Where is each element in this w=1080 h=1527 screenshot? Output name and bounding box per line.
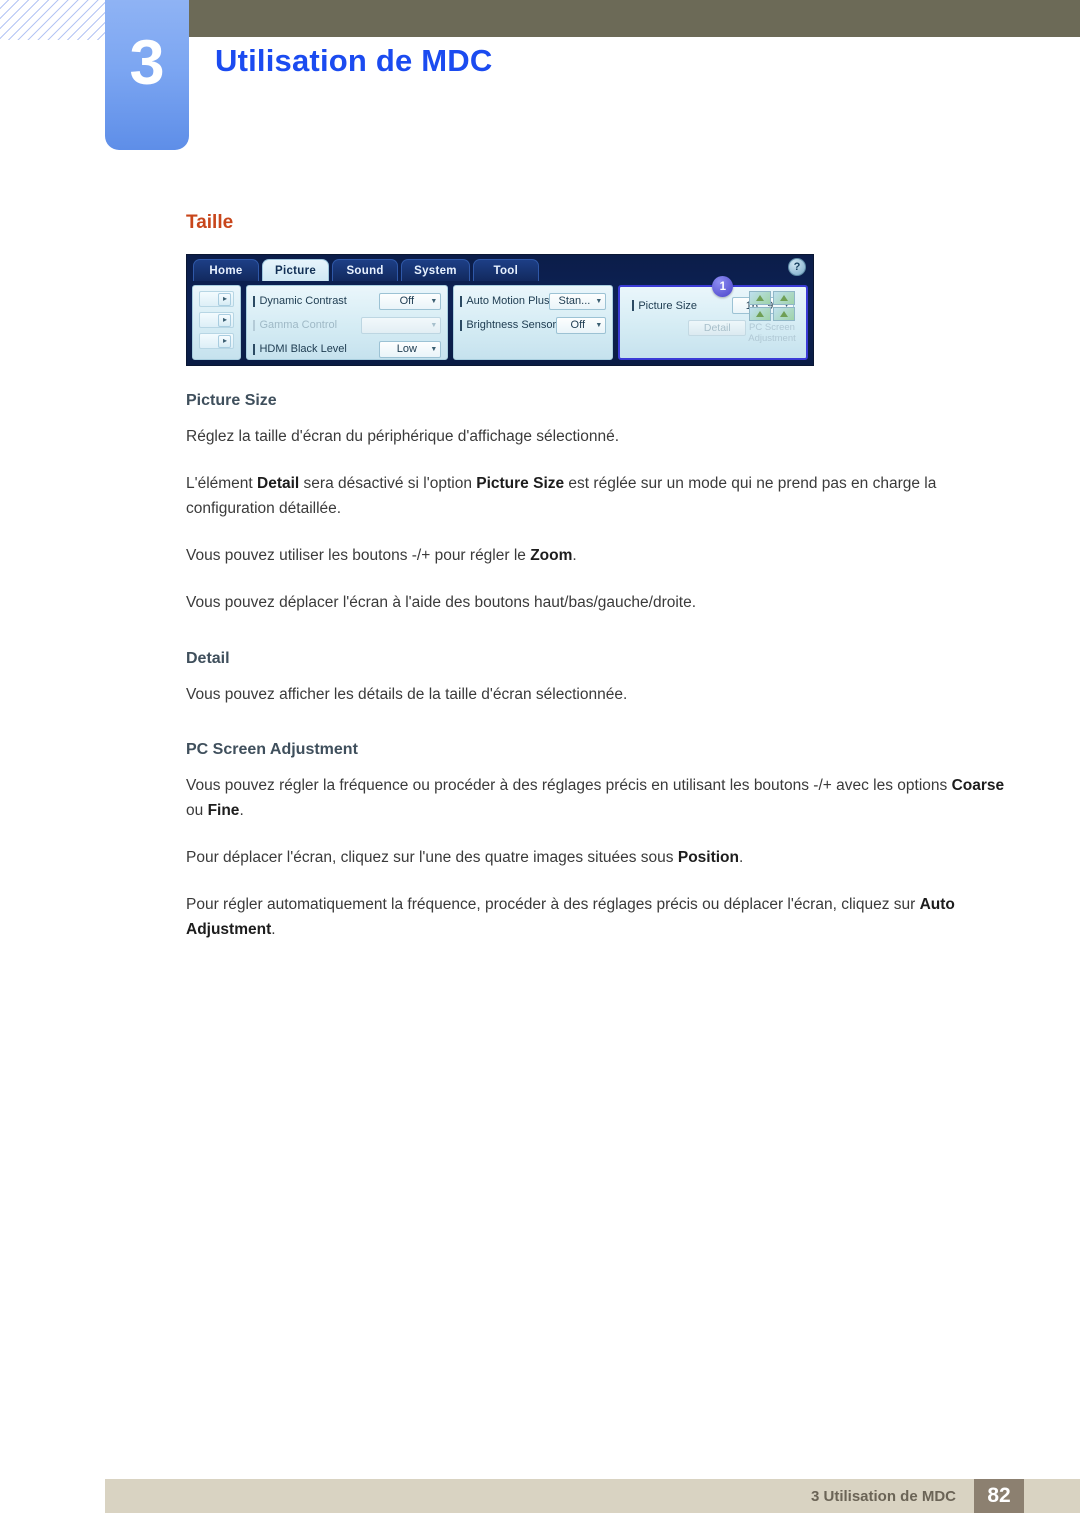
paragraph-coarse-fine: Vous pouvez régler la fréquence ou procé… [186,773,1006,823]
bold-fine: Fine [207,801,240,819]
bold-coarse: Coarse [951,776,1005,794]
bold-position: Position [677,848,739,866]
subheading-picture-size: Picture Size [186,392,277,409]
chapter-number-tab: 3 [105,0,189,150]
chevron-down-icon: ▼ [595,321,603,329]
paragraph-auto-adjustment: Pour régler automatiquement la fréquence… [186,892,1006,942]
text-run: Pour déplacer l'écran, cliquez sur l'une… [186,848,678,866]
setting-row-dynamic-contrast: Dynamic Contrast Off ▼ [253,291,442,311]
brightness-sensor-dropdown[interactable]: Off ▼ [556,316,607,334]
mdc-motion-settings-group: Auto Motion Plus Stan... ▼ Brightness Se… [453,285,614,360]
setting-label: Auto Motion Plus [460,295,549,307]
setting-row-auto-motion-plus: Auto Motion Plus Stan... ▼ [460,291,607,311]
help-icon[interactable]: ? [788,258,806,276]
chevron-right-icon[interactable]: ▸ [218,334,232,348]
dropdown-value: Low [396,343,417,355]
text-run: L'élément [186,475,258,493]
setting-label: Brightness Sensor [460,319,556,331]
mdc-tab-picture[interactable]: Picture [262,259,330,281]
text-run: . [739,848,744,866]
text-run: . [239,801,244,819]
document-page: 3 Utilisation de MDC Taille Home Picture… [0,0,1080,1527]
mdc-tab-tool[interactable]: Tool [472,259,539,281]
section-heading-taille: Taille [186,212,234,233]
pc-adj-label-line2: Adjustment [748,332,796,344]
chevron-right-icon[interactable]: ▸ [218,292,232,306]
text-run: sera désactivé si l'option [299,475,477,493]
pc-adj-label-line1: PC Screen [749,322,795,333]
stub-row: ▸ [199,312,235,328]
chevron-down-icon: ▼ [430,297,438,305]
pc-screen-adjustment-control: PC Screen Adjustment [744,291,800,345]
dropdown-value: Stan... [558,295,591,307]
position-grid-icon[interactable] [749,291,795,321]
paragraph-detail-info: Vous pouvez afficher les détails de la t… [186,682,1006,707]
footer-chapter-text: 3 Utilisation de MDC [810,1488,956,1505]
text-run: Vous pouvez déplacer l'écran à l'aide de… [186,594,697,612]
paragraph-move-screen: Vous pouvez déplacer l'écran à l'aide de… [186,590,1006,615]
subheading-pc-screen-adjustment: PC Screen Adjustment [186,740,358,758]
auto-motion-plus-dropdown[interactable]: Stan... ▼ [549,292,607,310]
detail-button: Detail [688,320,747,336]
gamma-control-dropdown: ▼ [361,316,442,334]
paragraph-position: Pour déplacer l'écran, cliquez sur l'une… [186,845,1006,870]
paragraph-detail-disabled: L'élément Detail sera désactivé si l'opt… [186,471,1006,521]
position-cell-top-right[interactable] [773,291,795,305]
text-run: Pour régler automatiquement la fréquence… [186,895,920,913]
mdc-picture-size-group: 1 Picture Size 16 : 9 ▼ Detail PC Screen… [618,276,808,360]
setting-row-brightness-sensor: Brightness Sensor Off ▼ [460,315,607,335]
paragraph-picture-size-intro: Réglez la taille d'écran du périphérique… [186,424,1006,449]
page-title: Utilisation de MDC [215,43,493,78]
setting-row-gamma-control: Gamma Control ▼ [253,315,442,335]
setting-label: HDMI Black Level [253,343,346,355]
text-run: Vous pouvez régler la fréquence ou procé… [186,776,952,794]
chevron-down-icon: ▼ [595,297,603,305]
text-run: Vous pouvez afficher les détails de la t… [186,685,628,703]
chevron-down-icon: ▼ [430,321,438,329]
dropdown-value: Off [399,295,415,307]
text-run: . [572,547,577,565]
hatch-decoration [0,0,108,40]
text-run: Réglez la taille d'écran du périphérique… [186,428,620,445]
position-cell-bottom-left[interactable] [749,307,771,321]
mdc-picture-settings-group: Dynamic Contrast Off ▼ Gamma Control ▼ H… [246,285,449,360]
position-cell-bottom-right[interactable] [773,307,795,321]
mdc-tab-sound[interactable]: Sound [332,259,399,281]
setting-label: Gamma Control [253,319,337,331]
hdmi-black-level-dropdown[interactable]: Low ▼ [379,340,442,358]
header-olive-bar [108,0,1080,37]
text-run: ou [186,801,208,819]
mdc-tab-home[interactable]: Home [193,259,259,281]
position-cell-top-left[interactable] [749,291,771,305]
paragraph-zoom-buttons: Vous pouvez utiliser les boutons -/+ pou… [186,543,1006,568]
setting-label: Dynamic Contrast [253,295,346,307]
dynamic-contrast-dropdown[interactable]: Off ▼ [379,292,442,310]
bold-picture-size: Picture Size [476,475,565,493]
stub-row: ▸ [199,333,235,349]
bold-detail: Detail [257,475,300,493]
stub-row: ▸ [199,291,235,307]
text-run: Vous pouvez utiliser les boutons -/+ pou… [186,547,531,565]
chevron-down-icon: ▼ [430,345,438,353]
subheading-detail: Detail [186,649,230,667]
mdc-panel-body: ▸ ▸ ▸ Dynamic Contrast Off ▼ Gamma Contr… [187,276,813,365]
text-run: . [271,921,276,939]
bold-zoom: Zoom [530,547,573,565]
setting-label: Picture Size [632,300,697,312]
mdc-screenshot: Home Picture Sound System Tool ? ▸ ▸ ▸ D… [186,254,814,366]
dropdown-value: Off [570,319,586,331]
chevron-right-icon[interactable]: ▸ [218,313,232,327]
footer-page-number: 82 [974,1479,1024,1513]
page-content: Taille Home Picture Sound System Tool ? … [186,212,1006,964]
mdc-tab-system[interactable]: System [401,259,470,281]
setting-row-hdmi-black-level: HDMI Black Level Low ▼ [253,339,442,359]
pc-screen-adjustment-label: PC Screen Adjustment [744,322,800,345]
mdc-left-stub-group: ▸ ▸ ▸ [192,285,242,360]
